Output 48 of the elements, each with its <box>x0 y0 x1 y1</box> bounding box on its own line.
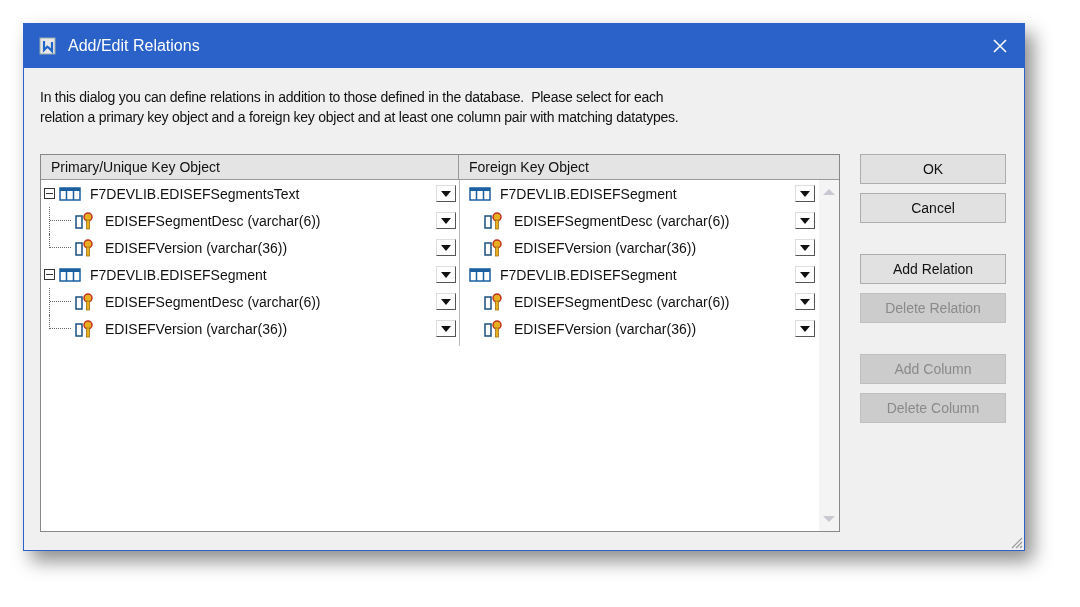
dropdown-button[interactable] <box>795 266 815 283</box>
dropdown-button[interactable] <box>436 293 456 310</box>
dropdown-button[interactable] <box>795 239 815 256</box>
resize-grip-icon[interactable] <box>1009 535 1023 549</box>
column-name[interactable]: EDISEFSegmentDesc (varchar(6)) <box>105 212 436 229</box>
dropdown-button[interactable] <box>436 185 456 202</box>
dialog-button[interactable]: OK <box>860 154 1006 184</box>
table-name[interactable]: F7DEVLIB.EDISEFSegmentsText <box>90 185 436 202</box>
dialog-button[interactable]: Cancel <box>860 193 1006 223</box>
dropdown-button[interactable] <box>436 320 456 337</box>
dialog-button[interactable]: Add Relation <box>860 254 1006 284</box>
table-icon <box>59 186 81 201</box>
dropdown-button[interactable] <box>436 239 456 256</box>
dropdown-button[interactable] <box>795 320 815 337</box>
table-name[interactable]: F7DEVLIB.EDISEFSegment <box>500 185 795 202</box>
column-name[interactable]: EDISEFSegmentDesc (varchar(6)) <box>514 293 795 310</box>
window-title: Add/Edit Relations <box>68 37 201 55</box>
column-name[interactable]: EDISEFVersion (varchar(36)) <box>105 320 436 337</box>
column-name[interactable]: EDISEFVersion (varchar(36)) <box>514 239 795 256</box>
dropdown-button[interactable] <box>795 185 815 202</box>
column-header[interactable]: Foreign Key Object <box>459 155 839 179</box>
app-icon <box>38 36 58 56</box>
collapse-toggle[interactable] <box>44 269 55 280</box>
column-header[interactable]: Primary/Unique Key Object <box>41 155 459 179</box>
intro-text: In this dialog you can define relations in addition to those defined in the database. Please select for each relation a primary key object and a foreign key object and at least one column pair with matching datatypes. <box>40 88 680 127</box>
dropdown-button[interactable] <box>795 212 815 229</box>
collapse-toggle[interactable] <box>44 188 55 199</box>
close-icon[interactable] <box>992 38 1008 54</box>
table-name[interactable]: F7DEVLIB.EDISEFSegment <box>90 266 436 283</box>
key-column-icon <box>75 318 95 339</box>
key-column-icon <box>75 210 95 231</box>
key-column-icon <box>484 210 504 231</box>
column-name[interactable]: EDISEFVersion (varchar(36)) <box>105 239 436 256</box>
key-column-icon <box>484 318 504 339</box>
table-name[interactable]: F7DEVLIB.EDISEFSegment <box>500 266 795 283</box>
column-name[interactable]: EDISEFSegmentDesc (varchar(6)) <box>105 293 436 310</box>
key-column-icon <box>75 237 95 258</box>
dropdown-button[interactable] <box>436 266 456 283</box>
dropdown-button[interactable] <box>795 293 815 310</box>
column-name[interactable]: EDISEFVersion (varchar(36)) <box>514 320 795 337</box>
table-icon <box>469 186 491 201</box>
key-column-icon <box>75 291 95 312</box>
column-name[interactable]: EDISEFSegmentDesc (varchar(6)) <box>514 212 795 229</box>
key-column-icon <box>484 291 504 312</box>
table-icon <box>469 267 491 282</box>
key-column-icon <box>484 237 504 258</box>
table-icon <box>59 267 81 282</box>
dropdown-button[interactable] <box>436 212 456 229</box>
